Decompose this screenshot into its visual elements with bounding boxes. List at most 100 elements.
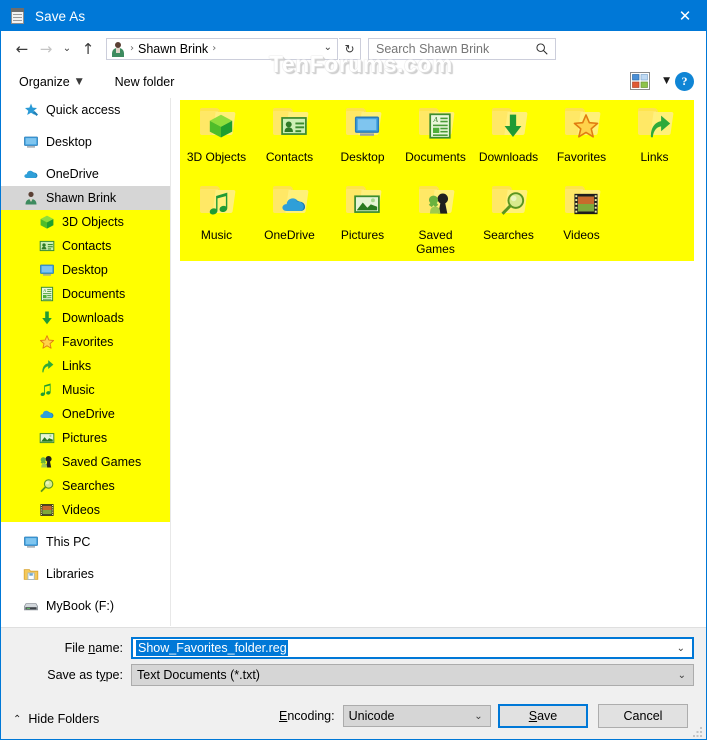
sidebar-item-label: 3D Objects [62, 215, 124, 229]
sidebar-item-shawn-brink[interactable]: Shawn Brink [1, 186, 170, 210]
sidebar-item-label: Quick access [46, 103, 121, 117]
file-tile[interactable]: 3D Objects [180, 100, 253, 178]
file-name-value[interactable]: Show_Favorites_folder.reg [136, 640, 288, 656]
file-tile[interactable]: Music [180, 178, 253, 256]
cube-icon [39, 214, 55, 230]
file-tile-label: Music [200, 228, 233, 242]
down-arrow-icon [39, 310, 55, 326]
view-layout-icon[interactable] [630, 72, 650, 90]
sidebar-item-label: Shawn Brink [46, 191, 117, 205]
sidebar-item-label: Links [62, 359, 92, 373]
file-name-input[interactable]: Show_Favorites_folder.reg ⌄ [131, 637, 694, 659]
sidebar-item-downloads[interactable]: Downloads [1, 306, 170, 330]
hide-folders-button[interactable]: ⌃ Hide Folders [13, 712, 99, 726]
cancel-button[interactable]: Cancel [598, 704, 688, 728]
forward-icon[interactable]: → [34, 37, 58, 61]
sidebar-item-onedrive[interactable]: OneDrive [1, 402, 170, 426]
sidebar-item-links[interactable]: Links [1, 354, 170, 378]
sidebar-item-desktop[interactable]: Desktop [1, 258, 170, 282]
organize-label: Organize [19, 75, 70, 89]
file-tile[interactable]: Pictures [326, 178, 399, 256]
contact-card-icon [39, 238, 55, 254]
file-tile[interactable]: Downloads [472, 100, 545, 178]
encoding-select[interactable]: Unicode ⌄ [342, 705, 491, 727]
view-chevron-down-icon[interactable]: ▼ [663, 76, 670, 86]
sidebar-item-3d-objects[interactable]: 3D Objects [1, 210, 170, 234]
sidebar-item-onedrive[interactable]: OneDrive [1, 162, 170, 186]
file-tile-label: Links [640, 150, 669, 164]
user-icon [23, 190, 39, 206]
file-tile[interactable]: Videos [545, 178, 618, 256]
picture-icon [353, 190, 381, 218]
encoding-label: Encoding: [279, 709, 335, 723]
file-tile[interactable]: Desktop [326, 100, 399, 178]
file-tile-label: Downloads [478, 150, 539, 164]
save-as-type-label: Save as type: [47, 668, 123, 682]
chevron-down-icon[interactable]: ⌄ [324, 42, 332, 53]
cloud-icon [280, 190, 308, 218]
sidebar-item-saved-games[interactable]: Saved Games [1, 450, 170, 474]
save-as-type-select[interactable]: Text Documents (*.txt) ⌄ [131, 664, 694, 686]
save-as-type-row: Save as type: Text Documents (*.txt) ⌄ [1, 664, 694, 686]
search-box[interactable]: Search Shawn Brink [368, 37, 556, 60]
sidebar-item-contacts[interactable]: Contacts [1, 234, 170, 258]
file-tile[interactable]: OneDrive [253, 178, 326, 256]
sidebar-item-label: Saved Games [62, 455, 142, 469]
file-tile[interactable]: Favorites [545, 100, 618, 178]
breadcrumb-separator-2[interactable]: › [208, 43, 220, 54]
folder-icon [558, 105, 606, 147]
sidebar-item-label: Searches [62, 479, 115, 493]
file-tile[interactable]: Contacts [253, 100, 326, 178]
sidebar-item-pictures[interactable]: Pictures [1, 426, 170, 450]
save-button-label: Save [528, 709, 558, 723]
new-folder-button[interactable]: New folder [109, 72, 181, 92]
file-tile[interactable]: Searches [472, 178, 545, 256]
file-tile-label: Saved Games [416, 228, 455, 256]
search-input[interactable]: Search Shawn Brink [376, 42, 489, 56]
back-icon[interactable]: ← [10, 37, 34, 61]
file-tile-label: Documents [405, 150, 466, 164]
recent-locations-icon[interactable]: ⌄ [58, 37, 76, 61]
resize-grip-icon[interactable] [693, 727, 703, 737]
sidebar-item-favorites[interactable]: Favorites [1, 330, 170, 354]
star-icon [572, 112, 600, 140]
file-tile-label: Pictures [340, 228, 385, 242]
chevron-down-icon[interactable]: ⌄ [678, 670, 686, 681]
sidebar-item-quick-access[interactable]: Quick access [1, 98, 170, 122]
chevron-down-icon[interactable]: ⌄ [677, 643, 685, 654]
magnifier-icon [39, 478, 55, 494]
save-button[interactable]: Save [498, 704, 588, 728]
file-tile[interactable]: Links [618, 100, 691, 178]
sidebar-item-libraries[interactable]: Libraries [1, 562, 170, 586]
folder-icon [558, 183, 606, 225]
monitor-icon [353, 112, 381, 140]
close-icon[interactable]: ✕ [662, 1, 706, 31]
notepad-icon [10, 8, 26, 24]
help-icon[interactable]: ? [675, 72, 694, 91]
sidebar-item-mybook-f[interactable]: MyBook (F:) [1, 594, 170, 618]
sidebar-item-this-pc[interactable]: This PC [1, 530, 170, 554]
navigation-pane[interactable]: Quick access Desktop OneDrive Shawn Brink 3D… [1, 98, 171, 626]
monitor-icon [39, 262, 55, 278]
organize-button[interactable]: Organize ▼ [13, 72, 89, 92]
file-tile[interactable]: A Documents [399, 100, 472, 178]
svg-text:A: A [42, 288, 46, 293]
encoding-row: Encoding: Unicode ⌄ [279, 705, 491, 727]
sidebar-item-desktop[interactable]: Desktop [1, 130, 170, 154]
film-icon [39, 502, 55, 518]
file-tile[interactable]: Saved Games [399, 178, 472, 256]
up-icon[interactable]: ↑ [76, 37, 100, 61]
file-list-pane[interactable]: 3D Objects Contacts Desktop A Documents Downl… [171, 98, 706, 626]
sidebar-item-searches[interactable]: Searches [1, 474, 170, 498]
sidebar-item-music[interactable]: Music [1, 378, 170, 402]
sidebar-item-documents[interactable]: A Documents [1, 282, 170, 306]
refresh-icon[interactable]: ↻ [339, 37, 361, 60]
sidebar-item-videos[interactable]: Videos [1, 498, 170, 522]
down-arrow-icon [499, 112, 527, 140]
address-bar[interactable]: › Shawn Brink › ⌄ [106, 37, 338, 60]
document-icon: A [39, 286, 55, 302]
chevron-down-icon[interactable]: ⌄ [474, 711, 482, 722]
breadcrumb-path[interactable]: Shawn Brink [138, 42, 208, 56]
